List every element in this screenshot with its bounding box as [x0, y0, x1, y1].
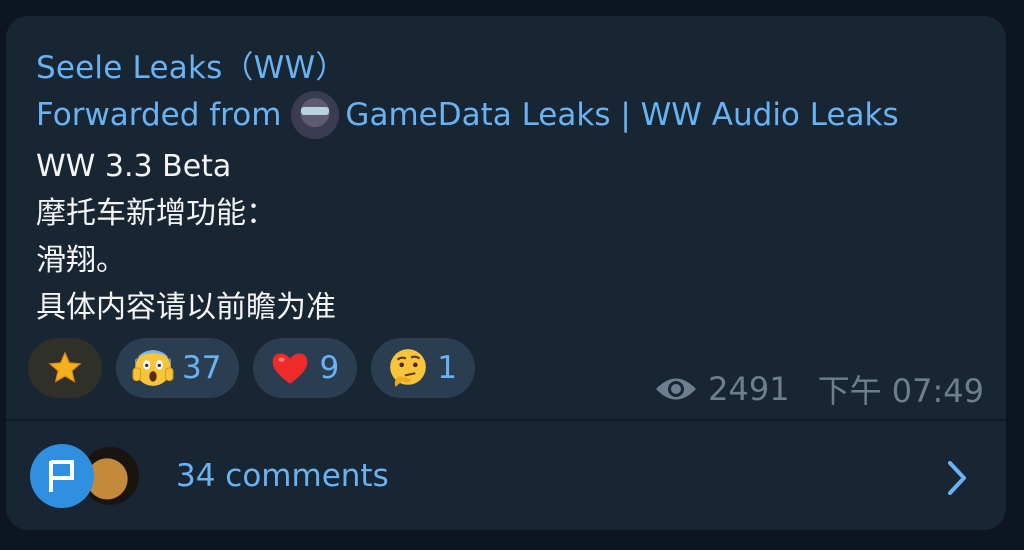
comments-label: 34 comments [176, 458, 389, 494]
reaction-scream[interactable]: 37 [116, 338, 240, 398]
divider [6, 419, 1006, 421]
source-avatar[interactable] [291, 91, 340, 139]
thinking-face-icon [390, 349, 427, 387]
forwarded-header[interactable]: Forwarded from GameData Leaks | WW Audio… [36, 91, 899, 139]
reaction-count: 1 [437, 350, 457, 386]
message-text: WW 3.3 Beta 摩托车新增功能： 滑翔。 具体内容请以前瞻为准 [36, 143, 336, 331]
reaction-count: 37 [182, 350, 222, 386]
message-time: 下午 07:49 [817, 372, 984, 410]
forwarded-prefix: Forwarded from [36, 97, 282, 133]
avatar [30, 444, 94, 508]
flag-icon [49, 460, 74, 492]
reaction-star[interactable] [28, 338, 102, 398]
scream-face-icon [132, 350, 174, 386]
reaction-heart[interactable]: 9 [253, 338, 358, 398]
message-line: WW 3.3 Beta [36, 149, 232, 184]
message-line: 摩托车新增功能： [36, 196, 276, 231]
star-icon [48, 351, 82, 383]
view-count: 2491 [708, 370, 790, 408]
forwarded-source[interactable]: GameData Leaks | WW Audio Leaks [345, 97, 898, 133]
reaction-count: 9 [319, 350, 340, 386]
message-line: 滑翔。 [36, 243, 126, 278]
message-line: 具体内容请以前瞻为准 [36, 290, 336, 325]
eye-icon [656, 378, 697, 400]
chevron-right-icon [948, 461, 966, 495]
channel-name[interactable]: Seele Leaks（WW） [36, 42, 347, 87]
red-heart-icon [273, 353, 308, 384]
message-card: Seele Leaks（WW） Forwarded from GameData … [6, 16, 1006, 530]
reactions-bar: 37 9 1 [28, 338, 475, 398]
comments-button[interactable]: 34 comments [30, 438, 990, 514]
reaction-thinking[interactable]: 1 [371, 338, 475, 398]
message-meta: 2491 下午 07:49 [654, 366, 984, 412]
